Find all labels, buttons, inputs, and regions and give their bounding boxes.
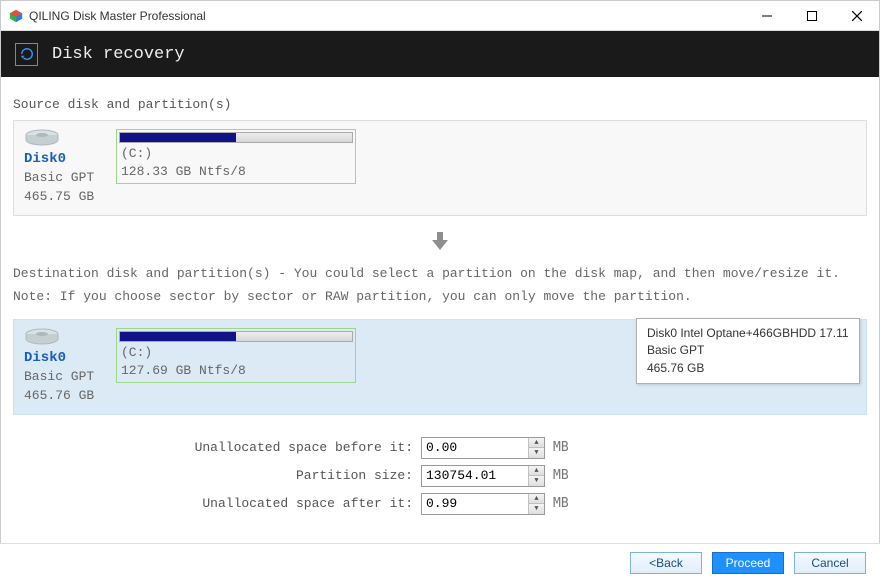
minimize-button[interactable] — [744, 1, 789, 31]
unit-label: MB — [553, 468, 569, 483]
source-disk-size: 465.75 GB — [24, 188, 106, 207]
close-button[interactable] — [834, 1, 879, 31]
hdd-icon — [24, 129, 60, 147]
tooltip-line2: Basic GPT — [647, 342, 849, 359]
footer: <Back Proceed Cancel — [0, 543, 880, 582]
unit-label: MB — [553, 440, 569, 455]
before-stepper[interactable]: ▲▼ — [421, 437, 545, 459]
titlebar: QILING Disk Master Professional — [1, 1, 879, 31]
after-input[interactable] — [422, 494, 528, 514]
dest-partition-detail: 127.69 GB Ntfs/8 — [121, 362, 351, 380]
source-disk-row: Disk0 Basic GPT 465.75 GB (C:) 128.33 GB… — [13, 120, 867, 216]
dest-partition-label: (C:) — [121, 344, 351, 362]
destination-notes: Destination disk and partition(s) - You … — [13, 262, 867, 309]
note-line2: Note: If you choose sector by sector or … — [13, 285, 867, 308]
spin-down-icon[interactable]: ▼ — [529, 448, 544, 458]
arrow-down-icon — [13, 216, 867, 262]
disk-tooltip: Disk0 Intel Optane+466GBHDD 17.11 Basic … — [636, 318, 860, 384]
after-label: Unallocated space after it: — [13, 496, 413, 511]
size-input[interactable] — [422, 466, 528, 486]
note-line1: Destination disk and partition(s) - You … — [13, 262, 867, 285]
page-title: Disk recovery — [52, 45, 185, 64]
cancel-button[interactable]: Cancel — [794, 552, 866, 574]
size-label: Partition size: — [13, 468, 413, 483]
dest-disk-info: Disk0 Basic GPT 465.76 GB — [24, 328, 106, 406]
before-input[interactable] — [422, 438, 528, 458]
tooltip-line3: 465.76 GB — [647, 360, 849, 377]
spin-down-icon[interactable]: ▼ — [529, 476, 544, 486]
window-title: QILING Disk Master Professional — [29, 9, 744, 23]
dest-partition[interactable]: (C:) 127.69 GB Ntfs/8 — [116, 328, 356, 383]
size-stepper[interactable]: ▲▼ — [421, 465, 545, 487]
proceed-button[interactable]: Proceed — [712, 552, 784, 574]
dest-disk-size: 465.76 GB — [24, 387, 106, 406]
tooltip-line1: Disk0 Intel Optane+466GBHDD 17.11 — [647, 325, 849, 342]
resize-form: Unallocated space before it: ▲▼ MB Parti… — [13, 437, 867, 515]
dest-disk-type: Basic GPT — [24, 368, 106, 387]
source-partition-label: (C:) — [121, 145, 351, 163]
app-logo-icon — [9, 9, 23, 23]
before-label: Unallocated space before it: — [13, 440, 413, 455]
source-partition-detail: 128.33 GB Ntfs/8 — [121, 163, 351, 181]
hdd-icon — [24, 328, 60, 346]
source-partition[interactable]: (C:) 128.33 GB Ntfs/8 — [116, 129, 356, 184]
spin-up-icon[interactable]: ▲ — [529, 466, 544, 477]
page-header: Disk recovery — [1, 31, 879, 77]
source-disk-name: Disk0 — [24, 149, 106, 169]
back-button[interactable]: <Back — [630, 552, 702, 574]
recovery-icon — [15, 43, 38, 66]
maximize-button[interactable] — [789, 1, 834, 31]
spin-up-icon[interactable]: ▲ — [529, 494, 544, 505]
source-disk-info: Disk0 Basic GPT 465.75 GB — [24, 129, 106, 207]
after-stepper[interactable]: ▲▼ — [421, 493, 545, 515]
source-section-label: Source disk and partition(s) — [13, 97, 867, 112]
destination-disk-row[interactable]: Disk0 Basic GPT 465.76 GB (C:) 127.69 GB… — [13, 319, 867, 415]
spin-up-icon[interactable]: ▲ — [529, 438, 544, 449]
dest-disk-name: Disk0 — [24, 348, 106, 368]
unit-label: MB — [553, 496, 569, 511]
source-disk-type: Basic GPT — [24, 169, 106, 188]
spin-down-icon[interactable]: ▼ — [529, 504, 544, 514]
